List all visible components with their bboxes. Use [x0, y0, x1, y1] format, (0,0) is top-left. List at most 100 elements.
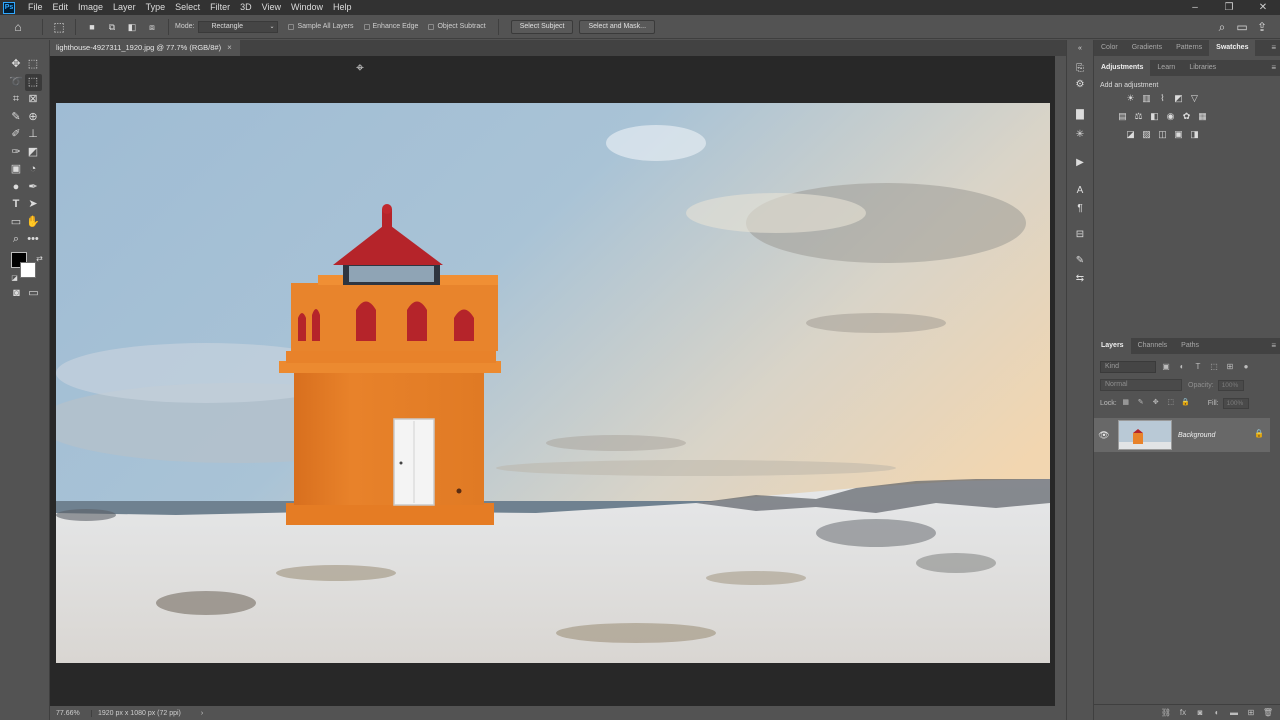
history-brush-tool-icon[interactable]: ✑	[8, 144, 25, 161]
lock-transparent-icon[interactable]: ▦	[1120, 397, 1132, 409]
document-tab[interactable]: lighthouse-4927311_1920.jpg @ 77.7% (RGB…	[50, 40, 240, 56]
properties-icon[interactable]: ⚙	[1073, 78, 1087, 92]
tab-paths[interactable]: Paths	[1174, 338, 1206, 354]
tab-libraries[interactable]: Libraries	[1182, 60, 1223, 76]
eraser-tool-icon[interactable]: ◩	[25, 144, 42, 161]
menu-3d[interactable]: 3D	[235, 0, 257, 15]
opacity-input[interactable]: 100%	[1217, 379, 1244, 391]
kind-filter-select[interactable]: Kind	[1100, 361, 1156, 373]
smart-object-filter-icon[interactable]: ⊞	[1224, 361, 1236, 373]
layer-style-icon[interactable]: fx	[1177, 707, 1189, 719]
layer-row[interactable]: 👁 Background 🔒	[1094, 418, 1270, 452]
character-icon[interactable]: A	[1073, 184, 1087, 198]
history-icon[interactable]: ⎘	[1073, 62, 1087, 76]
add-mask-icon[interactable]: ◙	[1194, 707, 1206, 719]
swap-colors-icon[interactable]: ⇄	[31, 250, 48, 267]
zoom-level[interactable]: 77.66%	[50, 709, 92, 717]
collapse-icon[interactable]: «	[1073, 42, 1087, 56]
levels-icon[interactable]: ▥	[1140, 92, 1153, 104]
menu-type[interactable]: Type	[141, 0, 171, 15]
menu-window[interactable]: Window	[286, 0, 328, 15]
lasso-tool-icon[interactable]: ➰	[8, 74, 25, 91]
minimize-button[interactable]: –	[1178, 0, 1212, 15]
panel-menu-icon[interactable]: ≡	[1271, 60, 1276, 76]
navigator-icon[interactable]: ✳	[1073, 128, 1087, 142]
menu-help[interactable]: Help	[328, 0, 357, 15]
screen-mode-icon[interactable]: ▭	[25, 285, 42, 302]
zoom-tool-icon[interactable]: ⌕	[8, 231, 25, 248]
trash-icon[interactable]: 🗑	[1262, 707, 1274, 719]
actions-play-icon[interactable]: ▶	[1073, 156, 1087, 170]
hue-saturation-icon[interactable]: ▤	[1116, 110, 1129, 122]
object-selection-tool-icon[interactable]: ⬚	[51, 19, 67, 35]
panel-menu-icon[interactable]: ≡	[1271, 40, 1276, 56]
panel-menu-icon[interactable]: ≡	[1271, 338, 1276, 354]
curves-icon[interactable]: ⌇	[1156, 92, 1169, 104]
type-filter-icon[interactable]: T	[1192, 361, 1204, 373]
menu-filter[interactable]: Filter	[205, 0, 235, 15]
brush-settings-icon[interactable]: ✎	[1073, 254, 1087, 268]
vertical-scrollbar[interactable]	[1055, 56, 1066, 706]
posterize-icon[interactable]: ▨	[1140, 128, 1153, 140]
mode-select[interactable]: Rectangle ⌄	[198, 20, 279, 33]
gradient-tool-icon[interactable]: ▣	[8, 161, 25, 178]
blur-tool-icon[interactable]: ◔	[25, 161, 42, 178]
hand-tool-icon[interactable]: ✋	[25, 214, 42, 231]
paragraph-icon[interactable]: ¶	[1073, 202, 1087, 216]
photo-filter-icon[interactable]: ◉	[1164, 110, 1177, 122]
move-tool-icon[interactable]: ✥	[8, 56, 25, 73]
quick-mask-icon[interactable]: ◙	[8, 285, 25, 302]
lock-artboard-icon[interactable]: ⬚	[1165, 397, 1177, 409]
enhance-edge-checkbox[interactable]: Enhance Edge	[363, 23, 418, 30]
histogram-icon[interactable]: ▇	[1073, 108, 1087, 122]
menu-layer[interactable]: Layer	[108, 0, 141, 15]
color-balance-icon[interactable]: ⚖	[1132, 110, 1145, 122]
chevron-right-icon[interactable]: ›	[201, 710, 203, 717]
lock-paint-icon[interactable]: ✎	[1135, 397, 1147, 409]
object-selection-tool-icon[interactable]: ⬚	[24, 73, 42, 91]
tab-color[interactable]: Color	[1094, 40, 1125, 56]
new-layer-icon[interactable]: ⊞	[1245, 707, 1257, 719]
fill-input[interactable]: 100%	[1222, 397, 1249, 409]
visibility-eye-icon[interactable]: 👁	[1094, 430, 1114, 441]
tab-channels[interactable]: Channels	[1131, 338, 1175, 354]
lock-all-icon[interactable]: 🔒	[1180, 397, 1192, 409]
tab-gradients[interactable]: Gradients	[1125, 40, 1169, 56]
add-selection-icon[interactable]: ⧉	[104, 19, 120, 35]
adjustment-filter-icon[interactable]: ◐	[1176, 361, 1188, 373]
menu-image[interactable]: Image	[73, 0, 108, 15]
tab-patterns[interactable]: Patterns	[1169, 40, 1209, 56]
menu-select[interactable]: Select	[170, 0, 205, 15]
layer-lock-icon[interactable]: 🔒	[1254, 429, 1264, 438]
close-icon[interactable]: ×	[227, 43, 232, 52]
subtract-selection-icon[interactable]: ◧	[124, 19, 140, 35]
invert-icon[interactable]: ◪	[1124, 128, 1137, 140]
link-layers-icon[interactable]: ⛓	[1160, 707, 1172, 719]
rectangle-tool-icon[interactable]: ▭	[8, 214, 25, 231]
clone-stamp-tool-icon[interactable]: ⊥	[25, 126, 42, 143]
shape-filter-icon[interactable]: ⬚	[1208, 361, 1220, 373]
glyphs-icon[interactable]: ⊟	[1073, 228, 1087, 242]
tab-adjustments[interactable]: Adjustments	[1094, 60, 1151, 76]
pixel-filter-icon[interactable]: ▣	[1160, 361, 1172, 373]
marquee-tool-icon[interactable]: ⬚	[25, 56, 42, 73]
new-selection-icon[interactable]: ■	[84, 19, 100, 35]
frame-tool-icon[interactable]: ⊠	[25, 91, 42, 108]
color-lookup-icon[interactable]: ▦	[1196, 110, 1209, 122]
channel-mixer-icon[interactable]: ✿	[1180, 110, 1193, 122]
eyedropper-tool-icon[interactable]: ✎	[8, 109, 25, 126]
new-adjustment-layer-icon[interactable]: ◐	[1211, 707, 1223, 719]
search-icon[interactable]: ⌕	[1214, 19, 1230, 35]
sample-all-layers-checkbox[interactable]: Sample All Layers	[288, 23, 354, 30]
close-window-button[interactable]: ✕	[1246, 0, 1280, 15]
tab-layers[interactable]: Layers	[1094, 338, 1131, 354]
brush-tool-icon[interactable]: ✐	[8, 126, 25, 143]
type-tool-icon[interactable]: T	[8, 196, 25, 213]
home-icon[interactable]: ⌂	[10, 19, 26, 35]
tab-swatches[interactable]: Swatches	[1209, 40, 1256, 56]
vibrance-icon[interactable]: ▽	[1188, 92, 1201, 104]
menu-view[interactable]: View	[257, 0, 286, 15]
menu-edit[interactable]: Edit	[48, 0, 74, 15]
dodge-tool-icon[interactable]: ●	[8, 179, 25, 196]
new-group-icon[interactable]: ▬	[1228, 707, 1240, 719]
